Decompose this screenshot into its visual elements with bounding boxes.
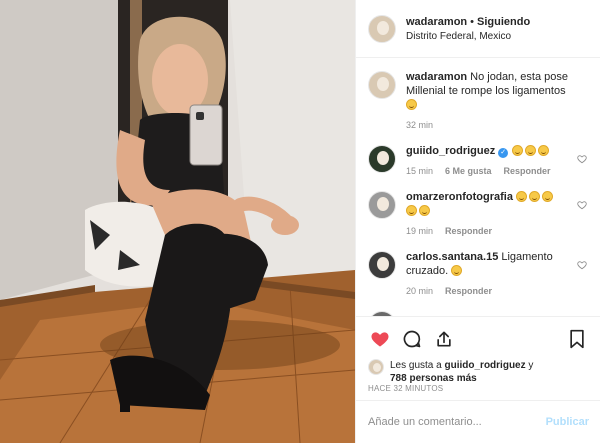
author-line: wadaramon • Siguiendo xyxy=(406,16,530,28)
grinning-emoji-icon xyxy=(525,145,537,156)
verified-badge-icon: ✓ xyxy=(498,148,509,158)
follow-status-button[interactable]: Siguiendo xyxy=(477,16,530,28)
author-avatar[interactable] xyxy=(368,14,396,43)
comment-username[interactable]: wadaramon xyxy=(406,71,467,83)
comment-username[interactable]: guiido_rodriguez xyxy=(406,145,495,157)
author-username[interactable]: wadaramon xyxy=(406,16,467,28)
liker-avatar[interactable] xyxy=(368,359,384,375)
grinning-emoji-icon xyxy=(512,145,524,156)
grinning-emoji-icon xyxy=(451,265,463,276)
post-side-panel: wadaramon • Siguiendo Distrito Federal, Me… xyxy=(355,0,600,443)
share-button[interactable] xyxy=(432,327,456,351)
like-button[interactable] xyxy=(368,327,392,351)
comment-likes-count[interactable]: 6 Me gusta xyxy=(445,164,492,178)
likes-connector: y xyxy=(528,360,534,371)
publish-button[interactable]: Publicar xyxy=(546,416,589,428)
add-comment-form: Publicar xyxy=(356,400,600,443)
likes-text: Les gusta a guiido_rodriguez y 788 perso… xyxy=(390,359,533,385)
comment-avatar[interactable] xyxy=(368,191,396,219)
grinning-emoji-icon xyxy=(515,191,527,202)
grinning-emoji-icon xyxy=(406,205,417,216)
post-photo[interactable] xyxy=(0,0,355,443)
reply-button[interactable]: Responder xyxy=(504,164,551,178)
comment-avatar[interactable] xyxy=(368,251,396,279)
comment-icon xyxy=(403,330,421,348)
comment-button[interactable] xyxy=(400,327,424,351)
post-location[interactable]: Distrito Federal, Mexico xyxy=(406,31,530,42)
post-timestamp[interactable]: HACE 32 MINUTOS xyxy=(368,384,443,393)
share-icon xyxy=(437,331,451,347)
comment-input[interactable] xyxy=(368,416,546,428)
comment-time[interactable]: 20 min xyxy=(406,284,433,298)
comment-time[interactable]: 15 min xyxy=(406,164,433,178)
grinning-emoji-icon xyxy=(541,191,553,202)
save-button[interactable] xyxy=(565,327,589,351)
reply-button[interactable]: Responder xyxy=(445,284,492,298)
author-info: wadaramon • Siguiendo Distrito Federal, Me… xyxy=(406,16,530,42)
comment-item: omarzeronfotografia 19 min Responder xyxy=(368,190,589,238)
liker-username[interactable]: guiido_rodriguez xyxy=(445,360,526,371)
comment-item: guiido_rodriguez ✓ 15 min 6 Me gusta Resp… xyxy=(368,144,589,178)
comment-like-heart-icon[interactable] xyxy=(577,154,587,164)
likes-others-link[interactable]: 788 personas más xyxy=(390,373,477,384)
reply-button[interactable]: Responder xyxy=(445,224,492,238)
grinning-emoji-icon xyxy=(538,145,550,156)
comment-time[interactable]: 19 min xyxy=(406,224,433,238)
comment-item: carlos.santana.15 Ligamento cruzado. 20 m… xyxy=(368,250,589,298)
bookmark-icon xyxy=(570,329,584,349)
grinning-emoji-icon xyxy=(528,191,540,202)
comment-avatar[interactable] xyxy=(368,71,396,99)
comment-avatar[interactable] xyxy=(368,145,396,173)
comment-time[interactable]: 32 min xyxy=(406,118,433,132)
post-header: wadaramon • Siguiendo Distrito Federal, Me… xyxy=(356,0,600,58)
comment-like-heart-icon[interactable] xyxy=(577,260,587,270)
comment-username[interactable]: carlos.santana.15 xyxy=(406,251,498,263)
comment-username[interactable]: omarzeronfotografia xyxy=(406,191,513,203)
grinning-emoji-icon xyxy=(406,99,417,110)
comment-like-heart-icon[interactable] xyxy=(577,200,587,210)
mirror-selfie-image xyxy=(0,0,355,443)
likes-prefix: Les gusta a xyxy=(390,360,442,371)
action-bar xyxy=(368,327,589,351)
grinning-emoji-icon xyxy=(419,205,430,216)
comments-list[interactable]: wadaramon No jodan, esta pose Millenial t… xyxy=(356,58,600,316)
separator-dot: • xyxy=(470,15,474,28)
likes-summary[interactable]: Les gusta a guiido_rodriguez y 788 perso… xyxy=(368,359,589,385)
caption-comment: wadaramon No jodan, esta pose Millenial t… xyxy=(368,70,589,132)
heart-icon xyxy=(371,332,389,347)
